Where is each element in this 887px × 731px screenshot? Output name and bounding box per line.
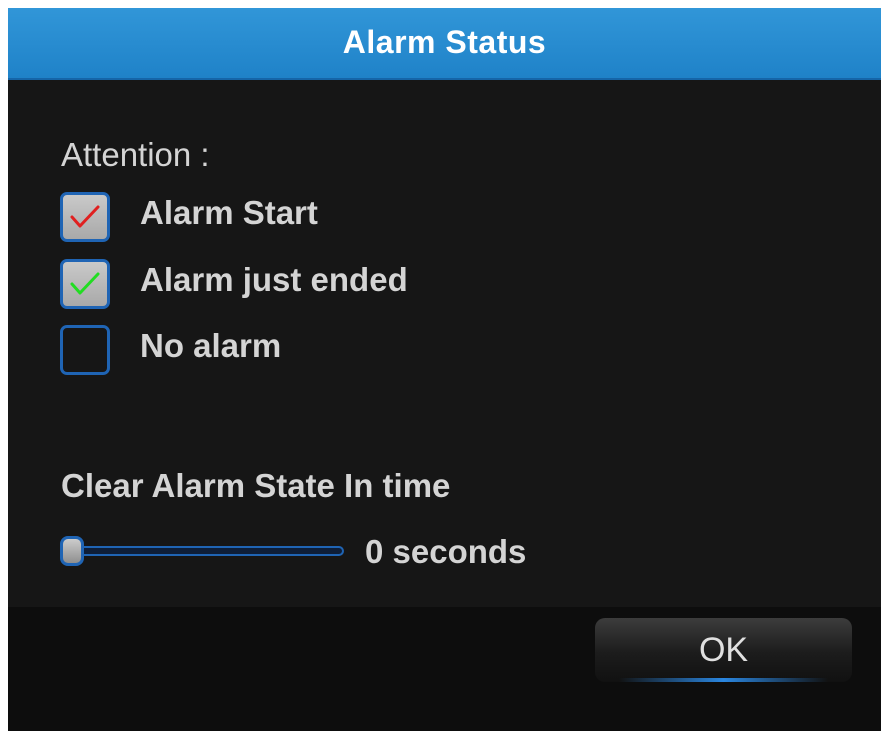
- green-check-icon: [70, 272, 100, 295]
- slider-track[interactable]: [70, 546, 344, 556]
- clear-alarm-label: Clear Alarm State In time: [61, 467, 451, 504]
- dialog-footer: OK: [8, 607, 881, 731]
- legend-label-alarm-start: Alarm Start: [140, 194, 318, 231]
- ok-button-label: OK: [698, 631, 749, 669]
- checkbox-alarm-start[interactable]: [60, 192, 110, 242]
- clear-time-slider[interactable]: [60, 536, 350, 566]
- legend-label-alarm-just-ended: Alarm just ended: [140, 261, 408, 298]
- checkbox-alarm-just-ended[interactable]: [60, 259, 110, 309]
- legend-label-no-alarm: No alarm: [140, 327, 282, 364]
- red-check-icon: [70, 205, 100, 228]
- alarm-status-dialog: Alarm Status Attention : Alarm Start Ala…: [8, 8, 881, 731]
- slider-value: 0 seconds: [365, 533, 527, 570]
- ok-button[interactable]: OK: [595, 618, 852, 682]
- dialog-title: Alarm Status: [8, 8, 881, 80]
- attention-label: Attention :: [61, 136, 210, 173]
- checkbox-no-alarm[interactable]: [60, 325, 110, 375]
- ok-button-highlight: [619, 678, 828, 682]
- slider-thumb[interactable]: [60, 536, 84, 566]
